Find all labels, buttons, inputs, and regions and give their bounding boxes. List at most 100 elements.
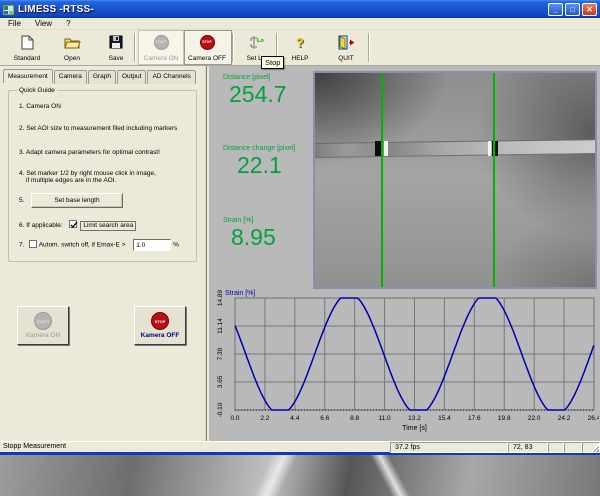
svg-text:17.6: 17.6 <box>468 415 481 422</box>
camera-on-button[interactable]: START Camera ON <box>139 32 183 63</box>
kamera-on-button[interactable]: START Kamera ON <box>17 306 69 345</box>
svg-text:3.65: 3.65 <box>217 375 224 388</box>
help-button[interactable]: ? HELP <box>278 32 322 63</box>
step-7-number: 7. <box>19 242 24 249</box>
guide-step-2: 2. Set AOI size to measurement filed inc… <box>19 125 191 132</box>
titlebar[interactable]: LIMESS -RTSS- _ □ ✕ <box>0 0 600 18</box>
open-button[interactable]: Open <box>50 32 94 63</box>
svg-text:-0.10: -0.10 <box>217 402 224 417</box>
limit-search-label[interactable]: Limit search area <box>80 221 136 231</box>
measurement-panel: Measurement Camera Graph Output AD Chann… <box>0 66 207 441</box>
strain-value: 8.95 <box>231 224 276 251</box>
kamera-start-icon: START <box>34 312 52 330</box>
toolbar-separator <box>232 33 234 62</box>
distance-change-value: 22.1 <box>237 152 282 179</box>
guide-step-4: 4. Set marker 1/2 by right mouse click i… <box>19 170 191 184</box>
kamera-off-label: Kamera OFF <box>141 332 180 339</box>
svg-text:Time [s]: Time [s] <box>402 425 427 432</box>
menubar: File View ? <box>0 18 600 30</box>
percent-label: % <box>173 242 179 249</box>
auto-switch-off-label: Autom. switch off, if Emax-E > <box>39 242 126 249</box>
window-title: LIMESS -RTSS- <box>18 4 546 15</box>
fps-panel: 37.2 fps <box>390 442 508 453</box>
toolbar-separator <box>134 33 136 62</box>
tab-bar: Measurement Camera Graph Output AD Chann… <box>3 70 197 84</box>
tab-graph[interactable]: Graph <box>88 70 116 84</box>
step-6-label: 6. If applicable: <box>19 222 63 229</box>
camera-start-icon: START <box>154 34 169 50</box>
open-folder-icon <box>64 34 81 50</box>
svg-text:19.8: 19.8 <box>498 415 511 422</box>
strain-chart-plot: 0.02.24.46.68.811.013.215.417.619.822.02… <box>215 290 599 438</box>
tab-camera[interactable]: Camera <box>54 70 87 84</box>
quick-guide-groupbox: Quick Guide 1. Camera ON 2. Set AOI size… <box>8 90 197 262</box>
svg-text:22.0: 22.0 <box>528 415 541 422</box>
strain-label: Strain [%] <box>223 217 253 224</box>
svg-text:8.8: 8.8 <box>350 415 359 422</box>
specimen-strip <box>313 139 597 158</box>
close-button[interactable]: ✕ <box>582 3 597 16</box>
camera-off-button[interactable]: STOP Camera OFF <box>185 32 229 63</box>
save-button[interactable]: Save <box>94 32 138 63</box>
maximize-button[interactable]: □ <box>565 3 580 16</box>
svg-text:2.2: 2.2 <box>260 415 269 422</box>
guide-step-7: 7. Autom. switch off, if Emax-E > % <box>19 239 191 251</box>
menu-view[interactable]: View <box>35 19 52 28</box>
status-panel-empty <box>548 442 564 453</box>
set-base-length-button[interactable]: Set base length <box>31 193 123 208</box>
svg-text:11.14: 11.14 <box>217 318 224 334</box>
toolbar: Standard Open Save START Camera ON <box>0 30 600 66</box>
kamera-stop-icon: STOP <box>151 312 169 330</box>
status-panel-empty <box>564 442 582 453</box>
menu-file[interactable]: File <box>8 19 21 28</box>
screen: LIMESS -RTSS- _ □ ✕ File View ? Standard <box>0 0 600 496</box>
marker-1-white <box>384 141 388 156</box>
new-document-icon <box>21 34 34 50</box>
tab-ad-channels[interactable]: AD Channels <box>147 70 195 84</box>
guide-step-6: 6. If applicable: Limit search area <box>19 220 191 229</box>
distance-value: 254.7 <box>229 81 287 108</box>
exit-door-icon <box>337 34 355 50</box>
strain-chart: Strain [%] 0.02.24.46.68.811.013.215.417… <box>215 290 599 438</box>
auto-switch-off-checkbox[interactable] <box>29 240 37 248</box>
limit-search-checkbox[interactable] <box>69 220 77 228</box>
svg-text:26.4: 26.4 <box>588 415 599 422</box>
app-window: LIMESS -RTSS- _ □ ✕ File View ? Standard <box>0 0 600 455</box>
camera-live-image[interactable] <box>313 71 597 289</box>
distance-change-label: Distance change [pixel] <box>223 145 295 152</box>
open-label: Open <box>64 55 80 62</box>
camera-off-label: Camera OFF <box>188 55 226 62</box>
app-icon <box>3 3 15 15</box>
svg-text:15.4: 15.4 <box>438 415 451 422</box>
set-lo-icon: Lo <box>247 34 265 50</box>
tab-output[interactable]: Output <box>117 70 147 84</box>
svg-text:6.6: 6.6 <box>320 415 329 422</box>
svg-text:7.39: 7.39 <box>217 347 224 360</box>
emax-threshold-input[interactable] <box>133 239 171 251</box>
resize-grip[interactable] <box>591 444 599 452</box>
help-question-icon: ? <box>296 34 304 50</box>
chart-title: Strain [%] <box>225 290 255 297</box>
svg-text:11.0: 11.0 <box>378 415 391 422</box>
marker-line-1[interactable] <box>381 73 383 287</box>
quit-label: QUIT <box>338 55 354 62</box>
tab-measurement[interactable]: Measurement <box>3 69 53 83</box>
menu-help[interactable]: ? <box>66 19 70 28</box>
kamera-off-button[interactable]: STOP Kamera OFF <box>134 306 186 345</box>
quick-guide-title: Quick Guide <box>17 87 57 94</box>
standard-button[interactable]: Standard <box>5 32 49 63</box>
marker-line-2[interactable] <box>493 73 495 287</box>
stop-tooltip: Stop <box>261 56 284 69</box>
status-message: Stopp Measurement <box>3 443 66 450</box>
svg-text:13.2: 13.2 <box>408 415 421 422</box>
svg-text:14.89: 14.89 <box>217 290 224 306</box>
standard-label: Standard <box>14 55 40 62</box>
toolbar-separator <box>368 33 370 62</box>
guide-step-1: 1. Camera ON <box>19 103 191 110</box>
guide-step-3: 3. Adapt camera parameters for optimal c… <box>19 149 191 156</box>
main-area: Measurement Camera Graph Output AD Chann… <box>0 66 600 441</box>
quit-button[interactable]: QUIT <box>324 32 368 63</box>
distance-label: Distance [pixel] <box>223 74 270 81</box>
desktop-wallpaper <box>0 455 600 496</box>
minimize-button[interactable]: _ <box>548 3 563 16</box>
